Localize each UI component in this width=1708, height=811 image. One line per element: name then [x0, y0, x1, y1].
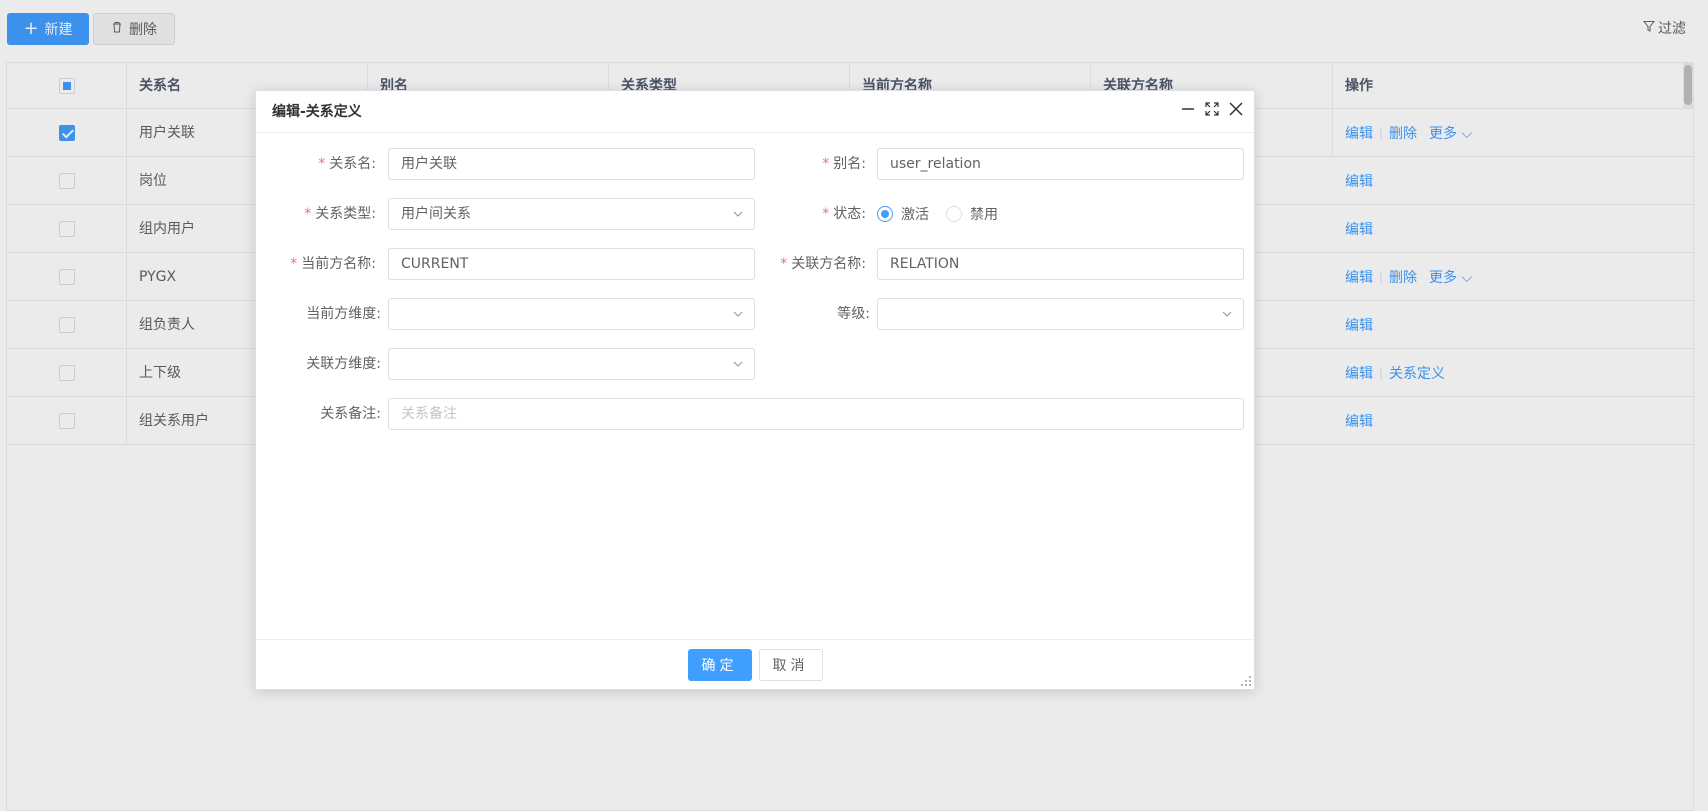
status-active-radio[interactable]: 激活 [877, 198, 929, 230]
radio-checked-icon [877, 206, 893, 222]
type-select-value: 用户间关系 [401, 206, 471, 222]
status-active-label: 激活 [901, 207, 929, 223]
current-name-label-text: 当前方名称: [301, 256, 376, 272]
status-label-text: 状态: [833, 206, 866, 222]
related-dimension-select[interactable] [388, 348, 755, 380]
related-name-input[interactable]: RELATION [877, 248, 1244, 280]
current-name-label: * 当前方名称: [256, 248, 376, 280]
dialog-header: 编辑-关系定义 [256, 91, 1254, 133]
dialog-footer: 确定 取消 [256, 639, 1254, 689]
current-dimension-label: 当前方维度: [306, 306, 381, 322]
related-name-label-text: 关联方名称: [791, 256, 866, 272]
related-name-label: * 关联方名称: [726, 248, 866, 280]
confirm-button[interactable]: 确定 [687, 648, 752, 681]
type-label: * 关系类型: [276, 198, 376, 230]
required-mark: * [318, 156, 326, 172]
chevron-down-icon [733, 361, 743, 367]
cancel-button[interactable]: 取消 [758, 648, 823, 681]
name-label: * 关系名: [276, 148, 376, 180]
related-dimension-label: 关联方维度: [306, 356, 381, 372]
required-mark: * [304, 206, 312, 222]
status-label: * 状态: [736, 198, 866, 230]
dialog-title: 编辑-关系定义 [272, 104, 362, 120]
current-dimension-select[interactable] [388, 298, 755, 330]
chevron-down-icon [1222, 311, 1232, 317]
status-disabled-radio[interactable]: 禁用 [946, 198, 998, 230]
remark-label: 关系备注: [320, 406, 381, 422]
resize-handle-icon[interactable] [1240, 675, 1252, 687]
type-select[interactable]: 用户间关系 [388, 198, 755, 230]
remark-input[interactable]: 关系备注 [388, 398, 1244, 430]
required-mark: * [822, 156, 830, 172]
required-mark: * [822, 206, 830, 222]
maximize-icon[interactable] [1204, 101, 1220, 117]
alias-label-text: 别名: [833, 156, 866, 172]
close-icon[interactable] [1228, 101, 1244, 117]
name-input[interactable]: 用户关联 [388, 148, 755, 180]
alias-label: * 别名: [736, 148, 866, 180]
required-mark: * [780, 256, 788, 272]
type-label-text: 关系类型: [315, 206, 376, 222]
current-name-input[interactable]: CURRENT [388, 248, 755, 280]
minimize-icon[interactable] [1180, 101, 1196, 117]
alias-input[interactable]: user_relation [877, 148, 1244, 180]
name-label-text: 关系名: [329, 156, 376, 172]
status-disabled-label: 禁用 [970, 207, 998, 223]
level-select[interactable] [877, 298, 1244, 330]
radio-unchecked-icon [946, 206, 962, 222]
dialog-controls [1180, 101, 1244, 117]
level-label: 等级: [837, 306, 870, 322]
edit-relation-dialog: 编辑-关系定义 * 关系名: 用户关联 * 别名: user_relation * 关… [255, 90, 1255, 690]
required-mark: * [290, 256, 298, 272]
